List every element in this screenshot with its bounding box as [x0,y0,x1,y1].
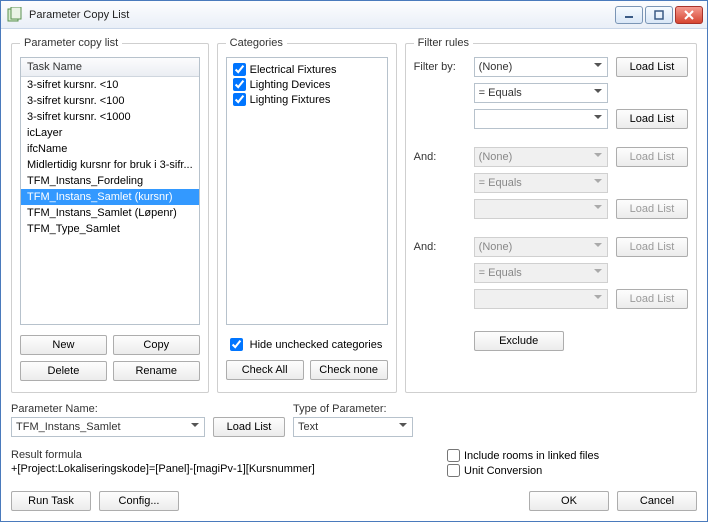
category-label: Lighting Devices [250,79,331,91]
category-item[interactable]: Electrical Fixtures [231,62,383,77]
group-label: Parameter copy list [20,37,122,49]
maximize-button[interactable] [645,6,673,24]
run-task-button[interactable]: Run Task [11,491,91,511]
task-list-item[interactable]: 3-sifret kursnr. <10 [21,77,199,93]
task-list-item[interactable]: 3-sifret kursnr. <1000 [21,109,199,125]
categories-tree[interactable]: Electrical Fixtures Lighting Devices Light… [226,57,388,325]
delete-button[interactable]: Delete [20,361,107,381]
group-filter-rules: Filter rules Filter by: (None) Load List = … [405,37,697,393]
filter-value-load-list-button: Load List [616,289,688,309]
filter-value-select [474,199,608,219]
parameter-name-select[interactable]: TFM_Instans_Samlet [11,417,205,437]
include-rooms-label: Include rooms in linked files [464,450,599,462]
rename-button[interactable]: Rename [113,361,200,381]
category-checkbox[interactable] [233,93,246,106]
check-none-button[interactable]: Check none [310,360,388,380]
app-icon [7,7,23,23]
ok-button[interactable]: OK [529,491,609,511]
client-area: Parameter copy list Task Name 3-sifret k… [1,29,707,521]
filter-load-list-button[interactable]: Load List [616,57,688,77]
category-item[interactable]: Lighting Devices [231,77,383,92]
filter-operator-select[interactable]: = Equals [474,83,608,103]
filter-value-load-list-button: Load List [616,199,688,219]
type-of-parameter-select[interactable]: Text [293,417,413,437]
group-categories: Categories Electrical Fixtures Lighting D… [217,37,397,393]
hide-unchecked-checkbox[interactable]: Hide unchecked categories [226,335,388,354]
task-list-header: Task Name [21,58,199,77]
task-list-item[interactable]: TFM_Instans_Fordeling [21,173,199,189]
task-list-item[interactable]: TFM_Type_Samlet [21,221,199,237]
category-checkbox[interactable] [233,63,246,76]
filter-load-list-button: Load List [616,237,688,257]
minimize-button[interactable] [615,6,643,24]
config-button[interactable]: Config... [99,491,179,511]
category-item[interactable]: Lighting Fixtures [231,92,383,107]
task-list[interactable]: Task Name 3-sifret kursnr. <103-sifret k… [20,57,200,325]
task-list-item[interactable]: Midlertidig kursnr for bruk i 3-sifr... [21,157,199,173]
task-list-item[interactable]: ifcName [21,141,199,157]
filter-by-label: Filter by: [414,61,466,73]
filter-value-load-list-button[interactable]: Load List [616,109,688,129]
result-formula-value: +[Project:Lokaliseringskode]=[Panel]-[ma… [11,463,427,475]
category-checkbox[interactable] [233,78,246,91]
group-parameter-copy-list: Parameter copy list Task Name 3-sifret k… [11,37,209,393]
parameter-name-load-list-button[interactable]: Load List [213,417,285,437]
app-window: Parameter Copy List Parameter copy list … [0,0,708,522]
cancel-button[interactable]: Cancel [617,491,697,511]
include-rooms-checkbox[interactable]: Include rooms in linked files [447,449,599,462]
filter-operator-select: = Equals [474,263,608,283]
parameter-name-label: Parameter Name: [11,403,205,415]
window-title: Parameter Copy List [29,9,615,21]
filter-field-select[interactable]: (None) [474,57,608,77]
new-button[interactable]: New [20,335,107,355]
task-list-item[interactable]: icLayer [21,125,199,141]
close-button[interactable] [675,6,703,24]
group-label: Categories [226,37,287,49]
result-formula-label: Result formula [11,449,427,461]
task-list-item[interactable]: 3-sifret kursnr. <100 [21,93,199,109]
filter-value-select [474,289,608,309]
filter-field-select: (None) [474,147,608,167]
copy-button[interactable]: Copy [113,335,200,355]
type-of-parameter-label: Type of Parameter: [293,403,413,415]
filter-value-select[interactable] [474,109,608,129]
filter-operator-select: = Equals [474,173,608,193]
exclude-button[interactable]: Exclude [474,331,564,351]
task-list-item[interactable]: TFM_Instans_Samlet (kursnr) [21,189,199,205]
filter-and-label: And: [414,241,466,253]
unit-conversion-label: Unit Conversion [464,465,542,477]
group-label: Filter rules [414,37,473,49]
filter-field-select: (None) [474,237,608,257]
task-list-item[interactable]: TFM_Instans_Samlet (Løpenr) [21,205,199,221]
titlebar: Parameter Copy List [1,1,707,29]
window-controls [615,6,703,24]
unit-conversion-checkbox[interactable]: Unit Conversion [447,464,542,477]
check-all-button[interactable]: Check All [226,360,304,380]
filter-load-list-button: Load List [616,147,688,167]
category-label: Lighting Fixtures [250,94,331,106]
category-label: Electrical Fixtures [250,64,337,76]
hide-unchecked-label: Hide unchecked categories [250,339,383,351]
filter-and-label: And: [414,151,466,163]
